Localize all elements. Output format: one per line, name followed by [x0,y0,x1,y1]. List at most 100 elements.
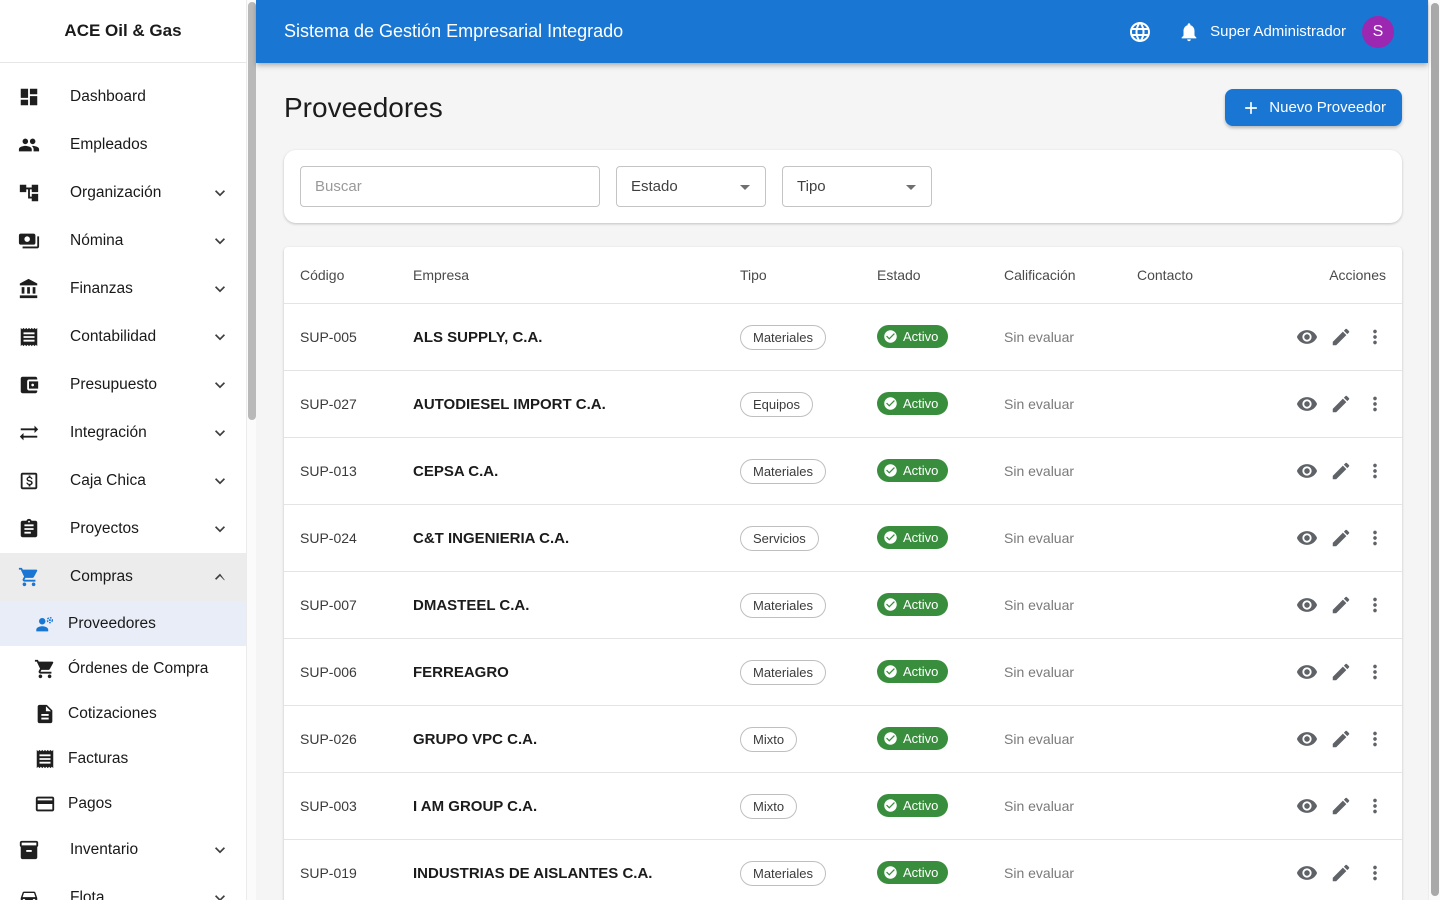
status-badge: Activo [877,593,948,616]
chevron-down-icon [210,519,230,539]
chevron-down-icon [210,471,230,491]
sidebar-item-label: Caja Chica [70,472,210,490]
sidebar-item[interactable]: Compras [0,553,246,601]
row-action-button[interactable] [1330,594,1352,616]
sidebar-item[interactable]: Finanzas [0,265,246,313]
check-circle-icon [883,798,898,813]
row-action-button[interactable] [1296,661,1318,683]
table-row[interactable]: SUP-003 I AM GROUP C.A. Mixto Activo Sin… [284,772,1402,839]
row-action-button[interactable] [1330,728,1352,750]
row-action-button[interactable] [1296,728,1318,750]
row-action-button[interactable] [1330,527,1352,549]
edit-icon [1330,795,1352,817]
search-input[interactable] [300,166,600,207]
column-header-calificacion: Calificación [1004,267,1137,283]
people-icon [18,134,40,156]
sidebar-item[interactable]: Flota [0,874,246,900]
edit-icon [1330,728,1352,750]
notifications-button[interactable] [1178,21,1200,43]
page-scrollbar[interactable] [1428,0,1440,900]
row-action-button[interactable] [1296,393,1318,415]
sidebar-item[interactable]: Proveedores [0,601,246,646]
type-chip: Materiales [740,660,826,685]
row-action-button[interactable] [1296,862,1318,884]
sidebar-item[interactable]: Empleados [0,121,246,169]
row-action-button[interactable] [1330,460,1352,482]
sidebar-item[interactable]: Cotizaciones [0,691,246,736]
row-action-button[interactable] [1330,862,1352,884]
visibility-icon [1296,460,1318,482]
rating-text: Sin evaluar [1004,530,1137,546]
row-action-button[interactable] [1364,661,1386,683]
supplier-name: ALS SUPPLY, C.A. [413,329,740,346]
estado-select[interactable]: Estado [616,166,766,207]
row-action-button[interactable] [1296,527,1318,549]
supplier-code: SUP-007 [300,597,413,613]
type-chip: Mixto [740,794,797,819]
visibility-icon [1296,661,1318,683]
row-action-button[interactable] [1364,795,1386,817]
row-action-button[interactable] [1364,460,1386,482]
language-button[interactable] [1128,20,1152,44]
sidebar-item[interactable]: Proyectos [0,505,246,553]
table-row[interactable]: SUP-005 ALS SUPPLY, C.A. Materiales Acti… [284,303,1402,370]
filter-bar: Estado Tipo [284,150,1402,223]
sidebar-item[interactable]: Inventario [0,826,246,874]
sidebar-item[interactable]: Contabilidad [0,313,246,361]
row-action-button[interactable] [1330,393,1352,415]
sidebar-item[interactable]: Presupuesto [0,361,246,409]
table-row[interactable]: SUP-019 INDUSTRIAS DE AISLANTES C.A. Mat… [284,839,1402,900]
row-action-button[interactable] [1296,795,1318,817]
row-action-button[interactable] [1296,326,1318,348]
supplier-name: AUTODIESEL IMPORT C.A. [413,396,740,413]
page-scrollbar-thumb[interactable] [1431,3,1439,896]
org-tree-icon [18,182,40,204]
sidebar-item-label: Presupuesto [70,376,210,394]
table-row[interactable]: SUP-026 GRUPO VPC C.A. Mixto Activo Sin … [284,705,1402,772]
sidebar-item[interactable]: Organización [0,169,246,217]
page-title: Proveedores [284,92,443,124]
row-action-button[interactable] [1364,393,1386,415]
more-vert-icon [1364,862,1386,884]
row-action-button[interactable] [1364,594,1386,616]
type-chip: Servicios [740,526,819,551]
row-action-button[interactable] [1296,594,1318,616]
sidebar-item[interactable]: Nómina [0,217,246,265]
sidebar-item[interactable]: Órdenes de Compra [0,646,246,691]
row-action-button[interactable] [1364,862,1386,884]
chevron-down-icon [210,423,230,443]
column-header-acciones: Acciones [1274,267,1386,283]
avatar[interactable]: S [1362,16,1394,48]
table-row[interactable]: SUP-027 AUTODIESEL IMPORT C.A. Equipos A… [284,370,1402,437]
status-label: Activo [903,396,938,411]
row-action-button[interactable] [1364,728,1386,750]
status-badge: Activo [877,392,948,415]
sidebar-item-label: Pagos [68,795,210,813]
sidebar-scrollbar-thumb[interactable] [248,2,256,420]
sidebar-item[interactable]: Integración [0,409,246,457]
sidebar-item[interactable]: Facturas [0,736,246,781]
table-row[interactable]: SUP-006 FERREAGRO Materiales Activo Sin … [284,638,1402,705]
status-label: Activo [903,530,938,545]
row-action-button[interactable] [1296,460,1318,482]
new-supplier-button[interactable]: Nuevo Proveedor [1225,89,1402,126]
check-circle-icon [883,530,898,545]
row-actions [1274,795,1386,817]
row-action-button[interactable] [1330,326,1352,348]
tipo-select[interactable]: Tipo [782,166,932,207]
more-vert-icon [1364,728,1386,750]
visibility-icon [1296,728,1318,750]
table-row[interactable]: SUP-024 C&T INGENIERIA C.A. Servicios Ac… [284,504,1402,571]
sidebar-item[interactable]: Dashboard [0,73,246,121]
sidebar-item[interactable]: Pagos [0,781,246,826]
table-row[interactable]: SUP-013 CEPSA C.A. Materiales Activo Sin… [284,437,1402,504]
row-action-button[interactable] [1330,661,1352,683]
sidebar-item[interactable]: Caja Chica [0,457,246,505]
row-action-button[interactable] [1364,527,1386,549]
edit-icon [1330,862,1352,884]
supplier-code: SUP-026 [300,731,413,747]
row-action-button[interactable] [1330,795,1352,817]
sidebar-scrollbar[interactable] [246,0,256,900]
table-row[interactable]: SUP-007 DMASTEEL C.A. Materiales Activo … [284,571,1402,638]
row-action-button[interactable] [1364,326,1386,348]
